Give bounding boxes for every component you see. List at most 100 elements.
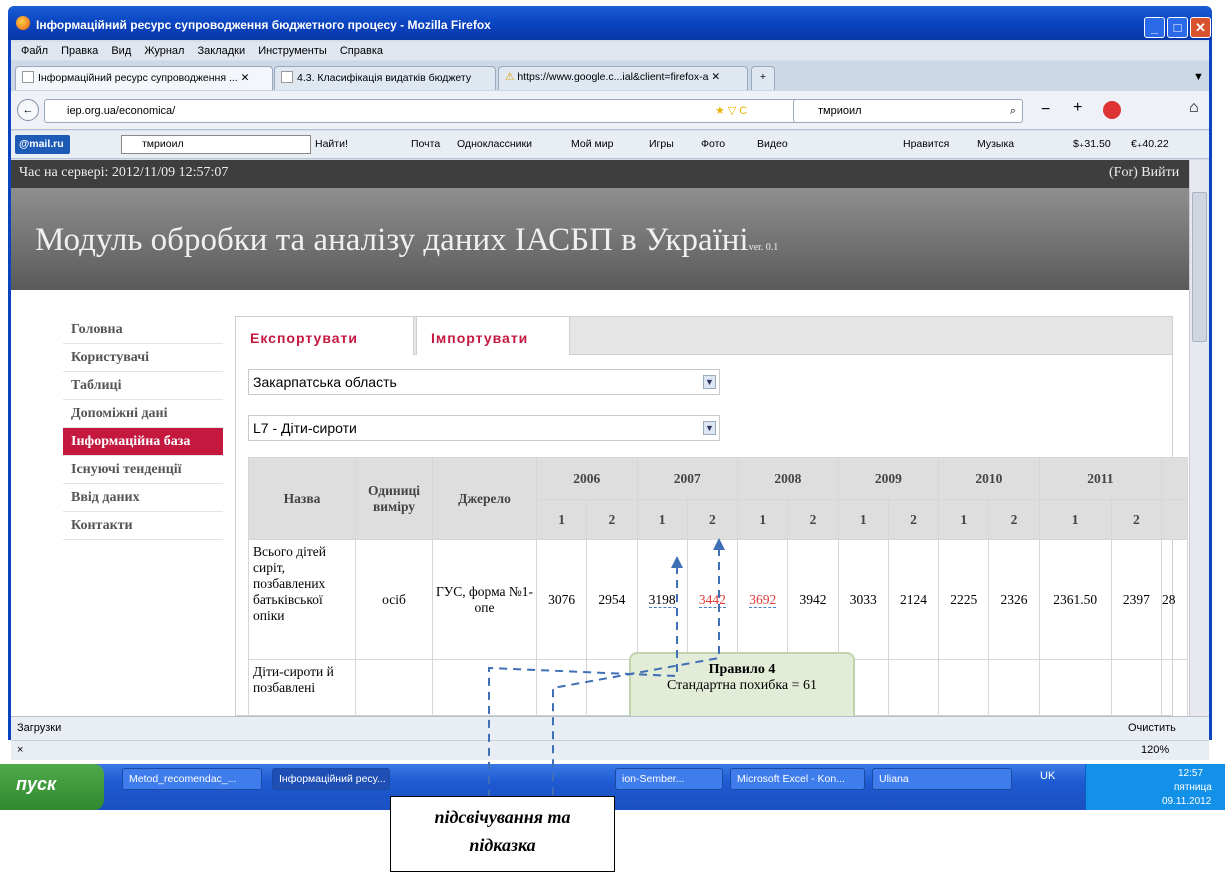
menu-tools[interactable]: Инструменты	[258, 42, 327, 60]
half-header: 2	[586, 499, 638, 540]
side-navigation: Головна Користувачі Таблиці Допоміжні да…	[63, 316, 223, 540]
table-cell-highlighted[interactable]: 3442	[686, 539, 739, 660]
annotation-callout: підсвічування та підказка	[390, 796, 615, 872]
toolbar-music[interactable]: Музыка	[977, 138, 1014, 150]
half-header: 2	[887, 499, 940, 540]
tab-iep[interactable]: Інформаційний ресурс супроводження ... ✕	[15, 66, 273, 90]
table-cell[interactable]: 2361.50	[1038, 539, 1112, 660]
task-item[interactable]: Metod_recomendac_...	[122, 768, 262, 790]
home-icon[interactable]: ⌂	[1189, 99, 1199, 117]
region-select[interactable]: Закарпатська область ▼	[248, 369, 720, 395]
toolbar-odnoklassniki[interactable]: Одноклассники	[457, 138, 532, 150]
task-item[interactable]: Microsoft Excel - Kon...	[730, 768, 865, 790]
tab-list-chevron-icon[interactable]: ▼	[1193, 71, 1204, 83]
toolbar-photo[interactable]: Фото	[701, 138, 725, 150]
url-input[interactable]: iep.org.ua/economica/ ★ ▽ C	[44, 99, 814, 123]
table-cell[interactable]: 3076	[535, 539, 588, 660]
nav-info-base[interactable]: Інформаційна база	[63, 428, 223, 456]
indicator-value: L7 - Діти-сироти	[253, 420, 357, 436]
menu-help[interactable]: Справка	[340, 42, 383, 60]
table-cell[interactable]: 3942	[787, 539, 839, 660]
task-item-active[interactable]: Інформаційний ресу...	[272, 768, 390, 790]
search-input[interactable]: тмриоил ⌕	[793, 99, 1023, 123]
bookmark-star-icon[interactable]: ★ ▽ C	[715, 100, 747, 122]
minimize-button[interactable]: _	[1144, 17, 1165, 38]
start-button[interactable]: пуск	[0, 764, 104, 810]
site-title: Модуль обробки та аналізу даних ІАСБП в …	[35, 222, 779, 258]
nav-aux-data[interactable]: Допоміжні дані	[63, 400, 223, 428]
tab-google[interactable]: ⚠ https://www.google.c...ial&client=fire…	[498, 66, 748, 90]
nav-contacts[interactable]: Контакти	[63, 512, 223, 540]
task-item[interactable]: Uliana	[872, 768, 1012, 790]
toolbar-eur-rate: €₊40.22	[1131, 138, 1169, 150]
server-time-strip: Час на сервері: 2012/11/09 12:57:07 (For…	[11, 160, 1189, 188]
zoom-level: 120%	[1141, 744, 1170, 756]
site-header: Модуль обробки та аналізу даних ІАСБП в …	[11, 188, 1189, 290]
header-name: Назва	[248, 457, 356, 540]
table-cell[interactable]: 2326	[988, 539, 1040, 660]
toolbar-video[interactable]: Видео	[757, 138, 788, 150]
menu-view[interactable]: Вид	[111, 42, 131, 60]
new-tab-button[interactable]: +	[751, 66, 775, 90]
window-titlebar[interactable]: Інформаційний ресурс супроводження бюдже…	[8, 6, 1212, 40]
table-cell[interactable]: 2397	[1110, 539, 1163, 660]
table-cell-highlighted[interactable]: 3692	[737, 539, 789, 660]
nav-tables[interactable]: Таблиці	[63, 372, 223, 400]
region-value: Закарпатська область	[253, 374, 397, 390]
callout-line1: підсвічування та	[434, 807, 571, 827]
table-cell[interactable]: 2954	[586, 539, 638, 660]
row-name: Всього дітей сиріт, позбавлених батьківс…	[248, 539, 356, 660]
page-scrollbar[interactable]	[1189, 160, 1209, 716]
tooltip-text: Стандартна похибка = 61	[666, 678, 818, 693]
indicator-select[interactable]: L7 - Діти-сироти ▼	[248, 415, 720, 441]
menu-file[interactable]: Файл	[21, 42, 48, 60]
menu-bookmarks[interactable]: Закладки	[198, 42, 246, 60]
toolbar-search-input[interactable]: тмриоил	[121, 135, 311, 154]
scrollbar-thumb[interactable]	[1192, 192, 1207, 342]
zoom-in-icon[interactable]: +	[1073, 99, 1082, 117]
menu-history[interactable]: Журнал	[144, 42, 184, 60]
downloads-label[interactable]: Загрузки	[17, 722, 61, 734]
half-header: 1	[636, 499, 688, 540]
toolbar-like[interactable]: Нравится	[903, 138, 949, 150]
logout-link[interactable]: (For) Вийти	[1109, 165, 1179, 181]
tab-export-label: Експортувати	[250, 330, 358, 346]
nav-trends[interactable]: Існуючі тенденції	[63, 456, 223, 484]
nav-users[interactable]: Користувачі	[63, 344, 223, 372]
close-icon[interactable]: ×	[17, 744, 23, 756]
table-cell[interactable]: 2225	[938, 539, 990, 660]
back-arrow-icon[interactable]: ←	[17, 99, 39, 121]
toolbar-myworld[interactable]: Мой мир	[571, 138, 613, 150]
url-text: iep.org.ua/economica/	[67, 105, 176, 117]
row-source: ГУС, форма №1-опе	[432, 539, 537, 660]
adblock-icon[interactable]	[1103, 101, 1121, 119]
toolbar-find-button[interactable]: Найти!	[315, 138, 348, 150]
firefox-icon	[16, 16, 30, 30]
half-header: 1	[837, 499, 889, 540]
tab-classification[interactable]: 4.3. Класифікація видатків бюджету	[274, 66, 496, 90]
search-icon[interactable]: ⌕	[1010, 100, 1016, 122]
tab-export[interactable]: Експортувати	[236, 317, 414, 355]
maximize-button[interactable]: □	[1167, 17, 1188, 38]
header-source: Джерело	[432, 457, 537, 540]
tab-import[interactable]: Імпортувати	[416, 317, 570, 355]
toolbar-mail[interactable]: Почта	[411, 138, 440, 150]
language-indicator[interactable]: UK	[1040, 770, 1055, 782]
toolbar-search-text: тмриоил	[142, 138, 184, 150]
table-cell[interactable]: 2124	[887, 539, 940, 660]
table-cell[interactable]: 3033	[837, 539, 889, 660]
nav-home[interactable]: Головна	[63, 316, 223, 344]
web-page: Час на сервері: 2012/11/09 12:57:07 (For…	[11, 160, 1189, 716]
toolbar-games[interactable]: Игры	[649, 138, 674, 150]
downloads-clear[interactable]: Очистить	[1128, 722, 1176, 734]
mailru-logo[interactable]: @mail.ru	[15, 135, 70, 154]
close-button[interactable]: ✕	[1190, 17, 1211, 38]
menu-edit[interactable]: Правка	[61, 42, 98, 60]
page-icon	[281, 71, 293, 83]
table-cell-highlighted[interactable]: 3198	[636, 539, 688, 660]
zoom-out-icon[interactable]: −	[1041, 101, 1050, 119]
page-icon	[22, 71, 34, 83]
table-cell[interactable]: 28	[1161, 539, 1188, 660]
nav-data-entry[interactable]: Ввід даних	[63, 484, 223, 512]
task-item[interactable]: ion-Sember...	[615, 768, 723, 790]
